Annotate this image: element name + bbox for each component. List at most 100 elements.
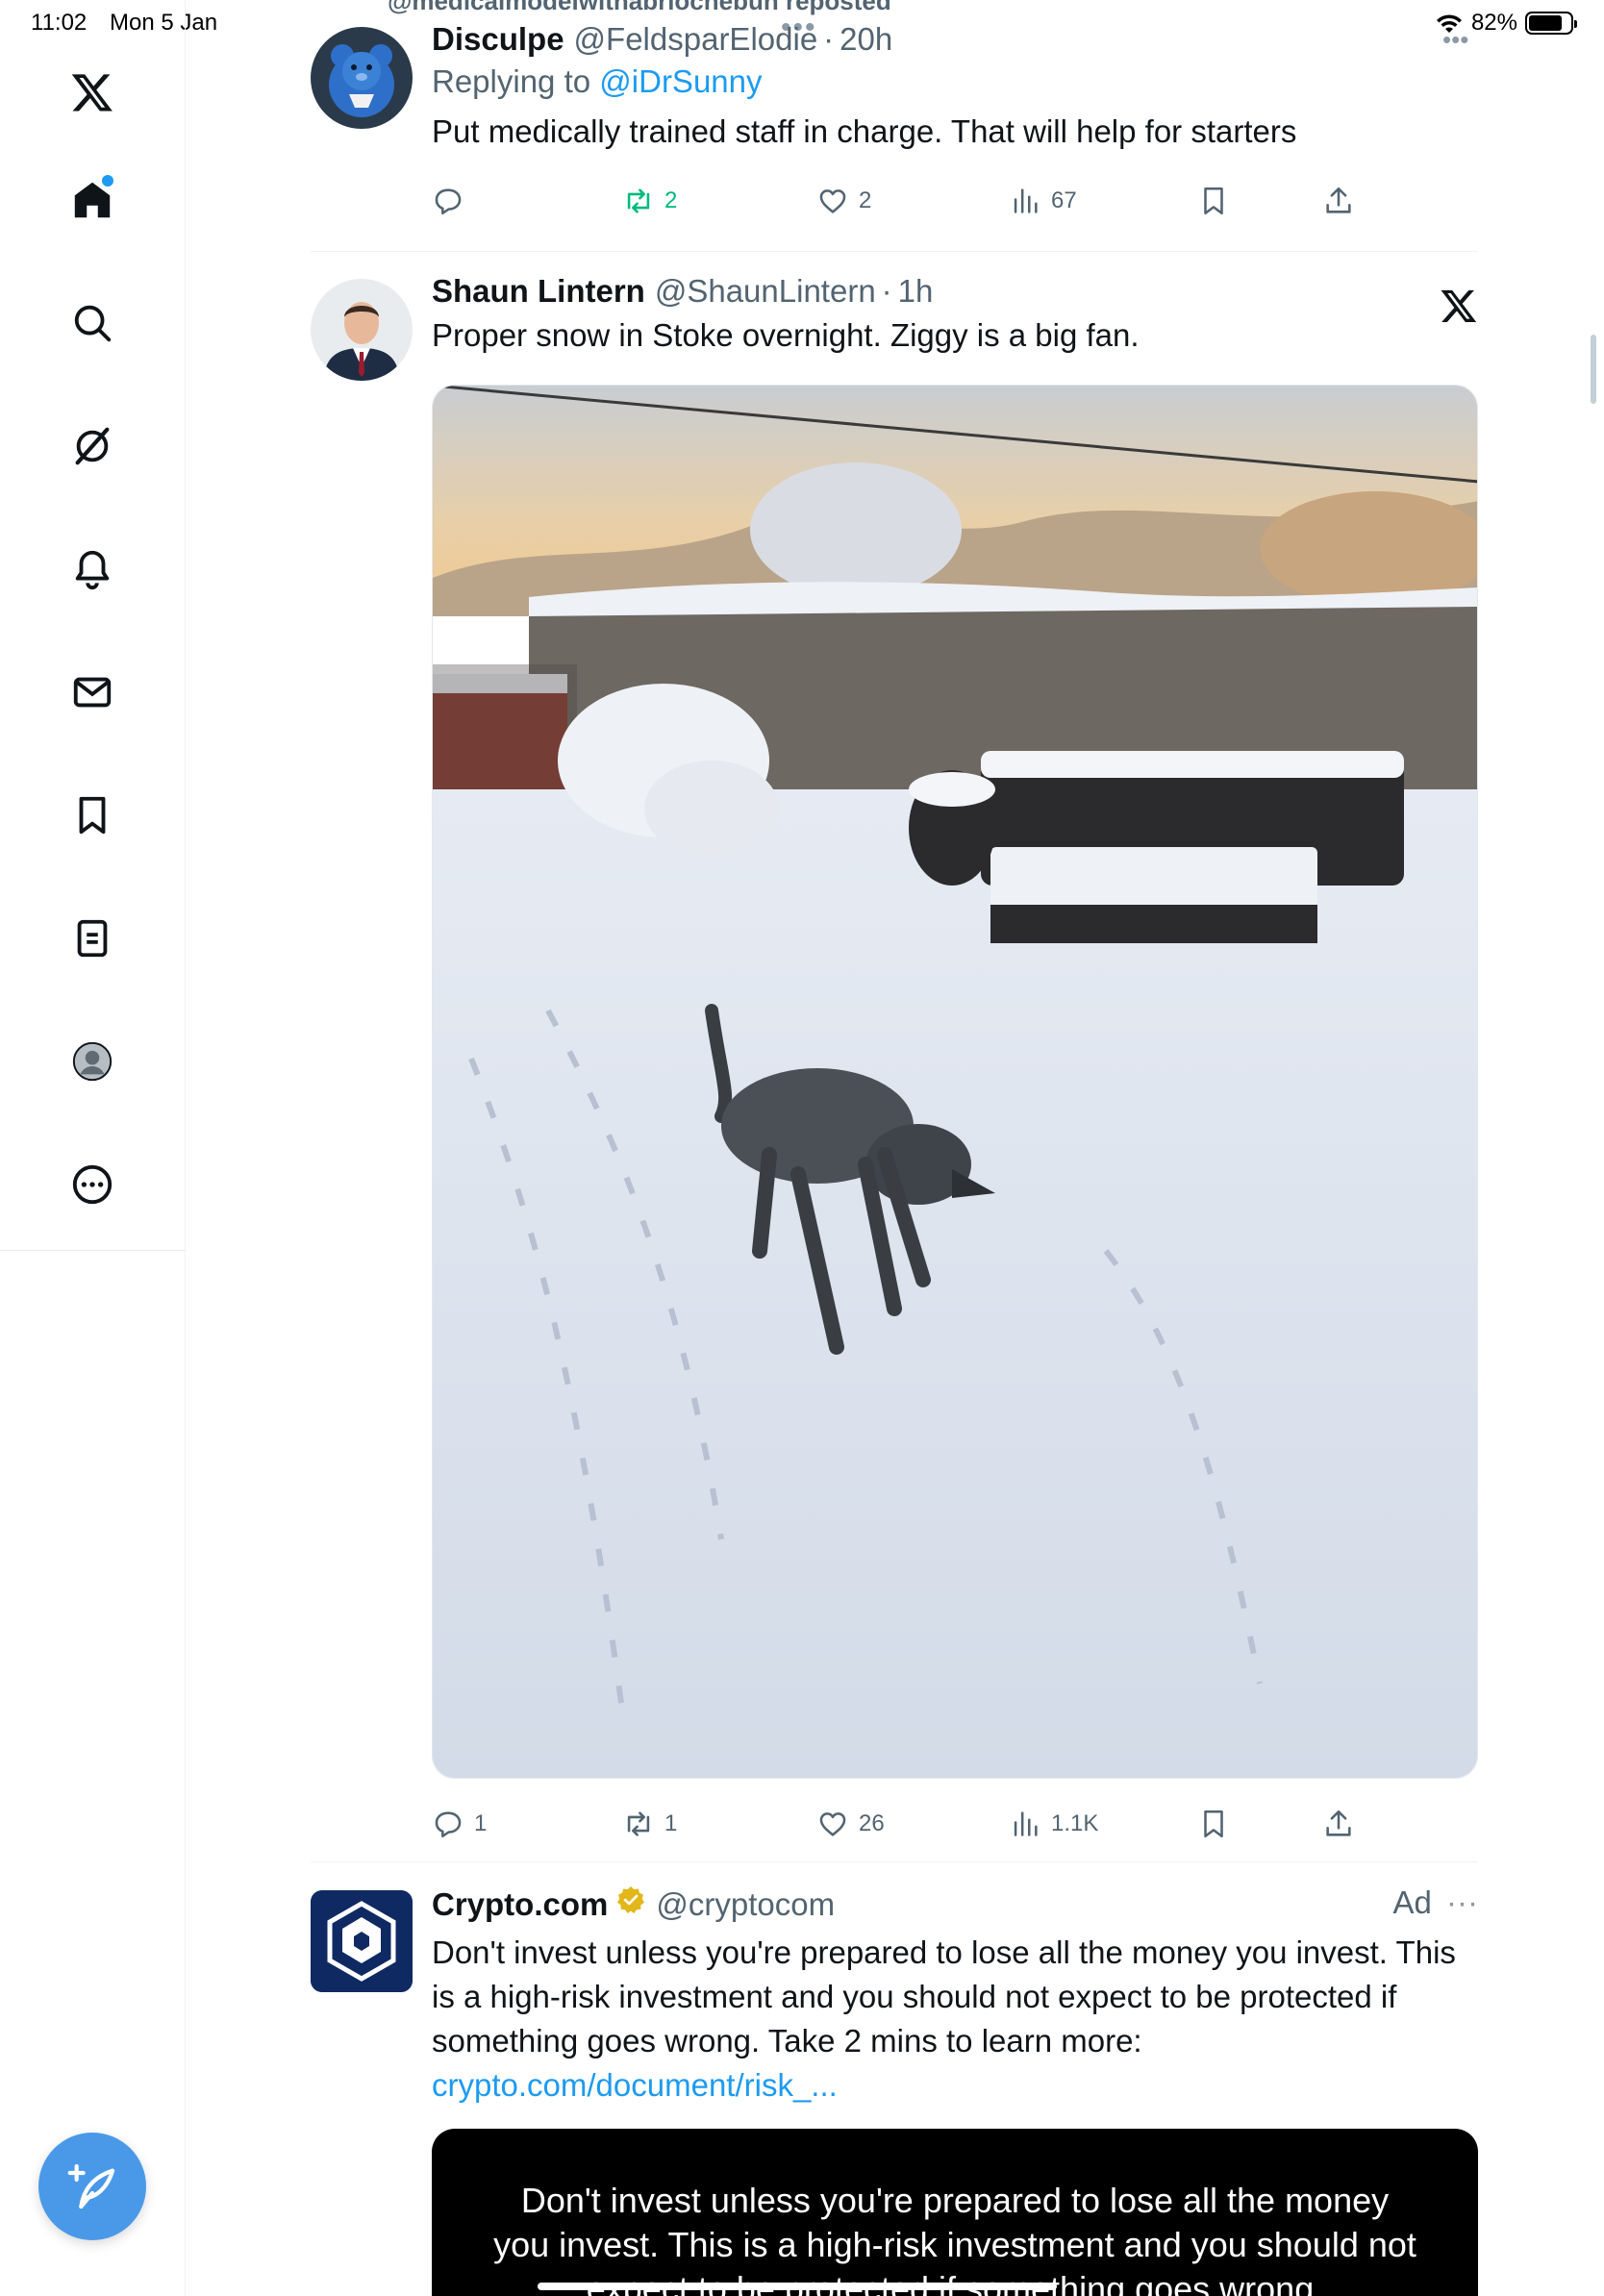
author-name[interactable]: Disculpe	[432, 21, 564, 58]
author-handle[interactable]: @ShaunLintern	[655, 273, 876, 310]
ad-media[interactable]: Don't invest unless you're prepared to l…	[432, 2129, 1478, 2296]
sidebar	[0, 0, 186, 2296]
heart-icon	[819, 1812, 846, 1836]
tweet-body: Crypto.com @cryptocom	[432, 1884, 1363, 1923]
avatar[interactable]	[311, 279, 413, 381]
sidebar-item-search[interactable]	[63, 294, 121, 352]
grok-icon	[75, 427, 110, 465]
tweet-actions: 2 2 67	[432, 185, 1478, 233]
reply-icon	[435, 1811, 462, 1838]
repost-icon	[627, 188, 650, 213]
repost-indicator[interactable]: @medicalmodelwithabriochebun reposted	[388, 0, 891, 16]
bookmark-button[interactable]	[1197, 1808, 1230, 1840]
separator-dot: ·	[823, 21, 835, 57]
view-count: 67	[1051, 187, 1077, 213]
tweet-actions: 1 1 26 1.1K	[432, 1808, 1478, 1856]
battery-percent: 82%	[1470, 10, 1517, 36]
more-circle-icon	[72, 1164, 113, 1205]
battery-icon	[1525, 12, 1577, 35]
verified-gold-icon	[617, 1886, 645, 1913]
sidebar-divider	[0, 1250, 186, 1251]
scrollbar-thumb[interactable]	[1591, 335, 1596, 404]
tweet-separator	[311, 251, 1478, 252]
sidebar-item-notifications[interactable]	[63, 540, 121, 598]
bell-icon	[75, 550, 110, 590]
repost-button[interactable]: 2	[622, 185, 677, 217]
tweet-time[interactable]: 1h	[898, 273, 934, 310]
ad-label: Ad ···	[1392, 1884, 1478, 1921]
tweet-header: Crypto.com @cryptocom	[432, 1884, 1363, 1923]
repost-icon	[627, 1811, 650, 1836]
bookmark-icon	[79, 796, 106, 835]
tweet-text: Proper snow in Stoke overnight. Ziggy is…	[432, 317, 1140, 353]
author-name[interactable]: Crypto.com	[432, 1886, 608, 1923]
tweet-separator	[311, 1861, 1478, 1862]
ad-media-text: Don't invest unless you're prepared to l…	[493, 2181, 1416, 2296]
reply-button[interactable]	[432, 185, 474, 217]
sidebar-item-profile[interactable]	[63, 1033, 121, 1090]
tweet-text: Don't invest unless you're prepared to l…	[432, 1934, 1456, 2059]
author-handle[interactable]: @cryptocom	[656, 1886, 835, 1923]
battery-fill	[1529, 15, 1563, 31]
like-count: 26	[859, 1810, 885, 1836]
share-button[interactable]	[1322, 1808, 1355, 1840]
bookmark-icon	[1204, 187, 1223, 215]
tweet-header: Shaun Lintern @ShaunLintern · 1h	[432, 273, 1478, 310]
sidebar-item-grok[interactable]	[63, 417, 121, 475]
like-button[interactable]: 2	[816, 185, 871, 217]
x-logo-icon[interactable]	[63, 63, 121, 121]
replying-to: Replying to @iDrSunny	[432, 63, 1478, 100]
compose-post-icon	[67, 2163, 115, 2209]
avatar[interactable]	[311, 27, 413, 129]
more-options-icon[interactable]: ···	[1446, 1884, 1478, 1920]
tweet-photo[interactable]	[432, 385, 1478, 1779]
tweet-time[interactable]: 20h	[840, 21, 892, 58]
tweet-body: Disculpe @FeldsparElodie · 20h Replying …	[432, 21, 1478, 154]
sidebar-item-lists[interactable]	[63, 910, 121, 967]
sidebar-item-home[interactable]	[63, 171, 121, 229]
list-icon	[77, 919, 108, 958]
replying-to-handle[interactable]: @iDrSunny	[599, 63, 762, 99]
repost-count: 2	[664, 187, 678, 213]
reply-icon	[435, 188, 462, 215]
avatar-icon	[72, 1041, 113, 1082]
reply-count: 1	[474, 1810, 488, 1836]
repost-indicator-text: @medicalmodelwithabriochebun reposted	[388, 0, 891, 15]
view-count: 1.1K	[1051, 1810, 1099, 1836]
tweet[interactable]: Shaun Lintern @ShaunLintern · 1h Proper …	[311, 273, 1478, 1856]
avatar[interactable]	[311, 1890, 413, 1992]
notification-dot	[102, 175, 113, 187]
mail-icon	[73, 677, 112, 708]
bookmark-button[interactable]	[1197, 185, 1230, 217]
heart-icon	[819, 189, 846, 213]
repost-button[interactable]: 1	[622, 1808, 677, 1840]
tweet-body: Shaun Lintern @ShaunLintern · 1h Proper …	[432, 273, 1478, 358]
sidebar-item-more[interactable]	[63, 1156, 121, 1213]
compose-post-button[interactable]	[38, 2133, 146, 2240]
share-icon	[1326, 1809, 1351, 1836]
share-button[interactable]	[1322, 185, 1355, 217]
tweet-header: Disculpe @FeldsparElodie · 20h	[432, 21, 1478, 58]
like-count: 2	[859, 187, 872, 213]
like-button[interactable]: 26	[816, 1808, 885, 1840]
views-button[interactable]: 67	[1009, 185, 1077, 217]
video-progress-bar[interactable]	[538, 2283, 1057, 2290]
tweet-link[interactable]: crypto.com/document/risk_...	[432, 2063, 1478, 2108]
views-button[interactable]: 1.1K	[1009, 1808, 1098, 1840]
sidebar-item-messages[interactable]	[63, 663, 121, 721]
views-icon	[1014, 188, 1038, 213]
share-icon	[1326, 187, 1351, 213]
ad-label-text: Ad	[1392, 1884, 1432, 1920]
promoted-tweet[interactable]: Ad ··· Crypto.com @cryptocom Don't inves…	[311, 1884, 1478, 2296]
author-handle[interactable]: @FeldsparElodie	[574, 21, 818, 58]
sidebar-item-bookmarks[interactable]	[63, 786, 121, 844]
repost-count: 1	[664, 1810, 678, 1836]
reply-button[interactable]: 1	[432, 1808, 487, 1840]
search-icon	[74, 305, 112, 342]
separator-dot: ·	[881, 273, 892, 309]
tweet-text: Put medically trained staff in charge. T…	[432, 113, 1297, 149]
tweet[interactable]: Disculpe @FeldsparElodie · 20h Replying …	[311, 21, 1478, 248]
bookmark-icon	[1204, 1809, 1223, 1838]
views-icon	[1014, 1811, 1038, 1836]
author-name[interactable]: Shaun Lintern	[432, 273, 645, 310]
